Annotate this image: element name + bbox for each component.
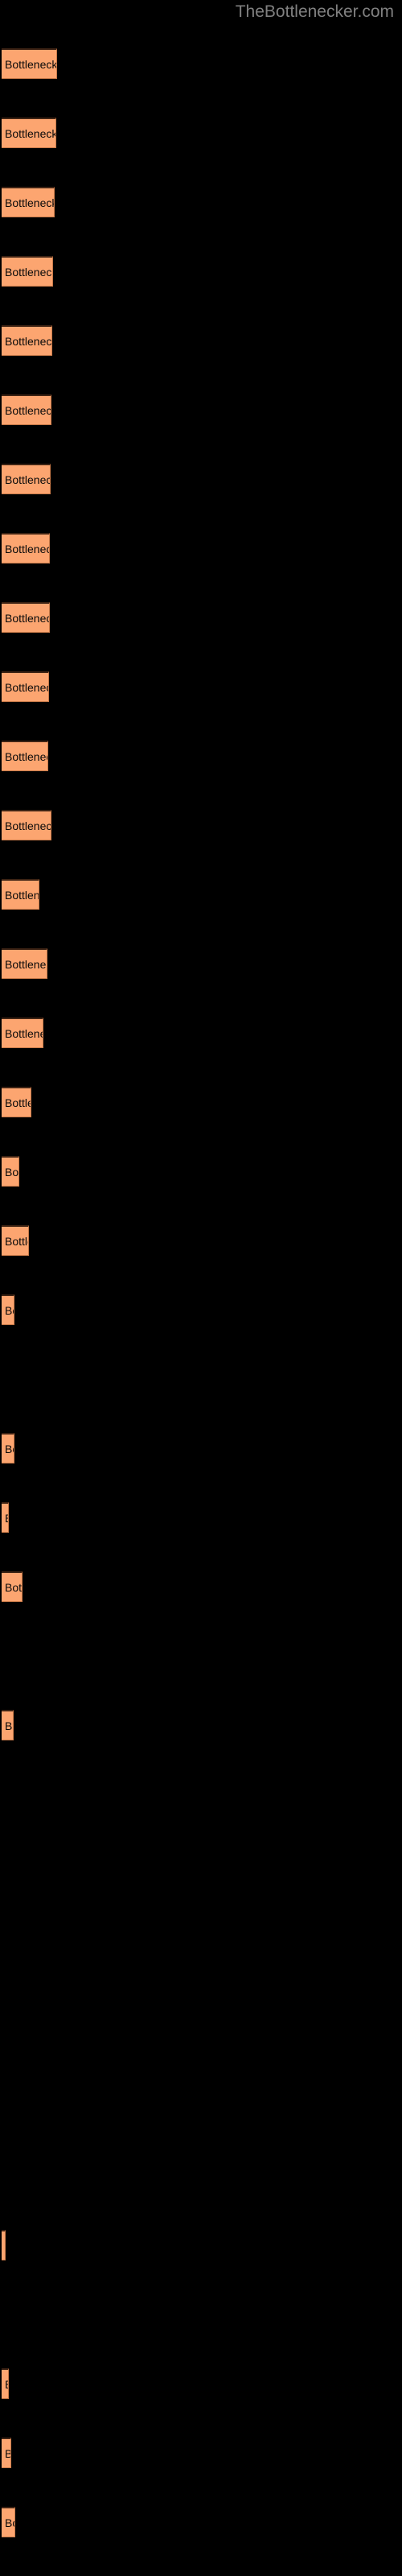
bar-label: Bottleneck result [5, 2240, 6, 2252]
bar[interactable]: Bottleneck result [2, 2507, 15, 2537]
bar-label: Bottleneck result [5, 749, 47, 763]
bar[interactable]: Bottleneck result [2, 1571, 23, 1602]
bar[interactable]: Bottleneck result [2, 1433, 14, 1463]
bar[interactable]: Bottleneck result [2, 2230, 6, 2260]
bar[interactable]: Bottleneck result [2, 1502, 9, 1533]
bar[interactable]: Bottleneck result [2, 602, 50, 633]
bar-label: Bottleneck result [5, 680, 48, 694]
bar[interactable]: Bottleneck result [2, 256, 53, 287]
bar-label: Bottleneck result [5, 611, 49, 625]
bar-label: Bottleneck result [5, 819, 51, 832]
bar[interactable]: Bottleneck result [2, 879, 39, 910]
bar[interactable]: Bottleneck result [2, 1087, 31, 1117]
bar[interactable]: Bottleneck result [2, 118, 56, 148]
bar[interactable]: Bottleneck result [2, 1156, 19, 1187]
bar[interactable]: Bottleneck result [2, 394, 51, 425]
bar-label: Bottleneck result [5, 1719, 13, 1732]
bar-label: Bottleneck result [5, 334, 52, 348]
bar-series: Bottleneck result Bottleneck result Bottle… [0, 0, 402, 2576]
bar-label: Bottleneck result [5, 473, 50, 486]
bar-label: Bottleneck result [5, 1580, 23, 1594]
bar[interactable]: Bottleneck result [2, 948, 47, 979]
bar-label: Bottleneck result [5, 1234, 28, 1248]
bar[interactable]: Bottleneck result [2, 1225, 29, 1256]
bar-label: Bottleneck result [5, 1303, 14, 1317]
bar-label: Bottleneck result [5, 57, 57, 71]
bar[interactable]: Bottleneck result [2, 741, 48, 771]
bar[interactable]: Bottleneck result [2, 810, 51, 840]
bar[interactable]: Bottleneck result [2, 187, 55, 217]
bar[interactable]: Bottleneck result [2, 1710, 14, 1740]
bar[interactable]: Bottleneck result [2, 533, 50, 564]
bar[interactable]: Bottleneck result [2, 325, 52, 356]
bar[interactable]: Bottleneck result [2, 1294, 14, 1325]
bar-label: Bottleneck result [5, 888, 39, 902]
bar-label: Bottleneck result [5, 2378, 8, 2391]
bottleneck-chart: TheBottlenecker.com Bottleneck resultBot… [0, 0, 402, 2576]
bar-label: Bottleneck result [5, 196, 55, 209]
bar-label: Bottleneck result [5, 1026, 43, 1040]
bar-label: Bottleneck result [5, 1442, 14, 1455]
bar-label: Bottleneck result [5, 2447, 10, 2460]
bar-label: Bottleneck result [5, 1096, 31, 1109]
bar[interactable]: Bottleneck result [2, 48, 57, 79]
bar-label: Bottleneck result [5, 1512, 8, 1525]
bar-label: Bottleneck result [5, 1165, 19, 1179]
bar[interactable]: Bottleneck result [2, 671, 49, 702]
bar[interactable]: Bottleneck result [2, 2368, 9, 2399]
bar-label: Bottleneck result [5, 2516, 14, 2529]
bar-label: Bottleneck result [5, 957, 47, 971]
bar[interactable]: Bottleneck result [2, 464, 51, 494]
bar-label: Bottleneck result [5, 126, 56, 140]
bar[interactable]: Bottleneck result [2, 2438, 11, 2468]
bar-label: Bottleneck result [5, 265, 53, 279]
bar-label: Bottleneck result [5, 403, 51, 417]
bar[interactable]: Bottleneck result [2, 1018, 43, 1048]
bar-label: Bottleneck result [5, 542, 49, 555]
